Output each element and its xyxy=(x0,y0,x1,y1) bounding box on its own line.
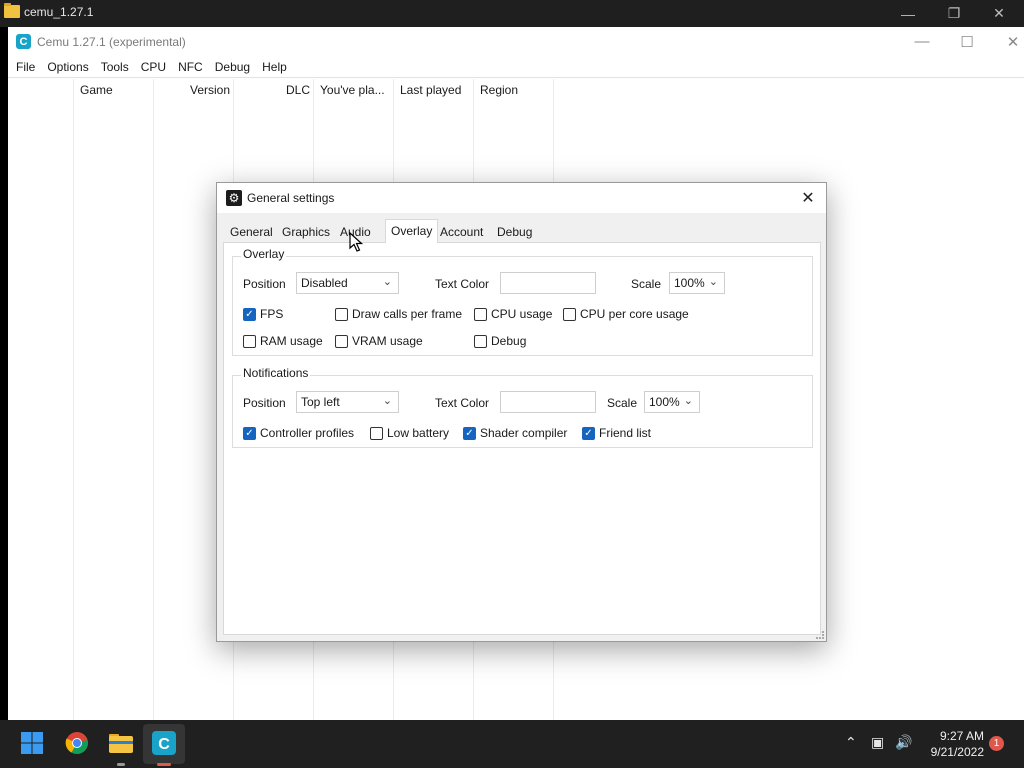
check-icon: ✓ xyxy=(243,307,256,321)
explorer-restore-button[interactable]: ❐ xyxy=(931,0,977,27)
header-last-played[interactable]: Last played xyxy=(400,83,461,97)
notification-badge[interactable]: 1 xyxy=(989,736,1004,751)
overlay-draw-calls-checkbox[interactable]: Draw calls per frame xyxy=(335,307,462,321)
overlay-ram-usage-checkbox[interactable]: RAM usage xyxy=(243,334,323,348)
menu-options[interactable]: Options xyxy=(41,60,94,74)
notifications-scale-select[interactable]: 100% ⌄ xyxy=(644,391,700,413)
resize-grip-icon[interactable] xyxy=(816,631,824,639)
folder-icon xyxy=(4,3,20,18)
menu-cpu[interactable]: CPU xyxy=(135,60,172,74)
cemu-title: Cemu 1.27.1 (experimental) xyxy=(37,35,186,49)
header-game[interactable]: Game xyxy=(80,83,113,97)
notifications-text-color-picker[interactable] xyxy=(500,391,596,413)
chevron-down-icon: ⌄ xyxy=(683,395,693,407)
tab-general[interactable]: General xyxy=(225,222,278,242)
notifications-scale-value: 100% xyxy=(649,395,680,409)
notifications-text-color-label: Text Color xyxy=(435,396,490,410)
header-dlc[interactable]: DLC xyxy=(286,83,310,97)
cemu-maximize-button[interactable]: ☐ xyxy=(944,27,990,56)
header-played[interactable]: You've pla... xyxy=(320,83,385,97)
menu-nfc[interactable]: NFC xyxy=(172,60,209,74)
overlay-fps-checkbox[interactable]: ✓ FPS xyxy=(243,307,283,321)
file-explorer-icon[interactable] xyxy=(108,730,134,756)
cemu-logo-icon: C xyxy=(16,34,31,49)
cemu-taskbar-icon[interactable]: C xyxy=(151,730,177,756)
chevron-down-icon: ⌄ xyxy=(708,276,718,288)
tab-account[interactable]: Account xyxy=(435,222,488,242)
overlay-text-color-label: Text Color xyxy=(435,277,490,291)
column-game[interactable] xyxy=(74,79,154,721)
notifications-position-value: Top left xyxy=(301,395,340,409)
taskbar: C ⌃ ▣ 🔊 9:27 AM 9/21/2022 1 xyxy=(0,720,1024,768)
notifications-group-title: Notifications xyxy=(241,366,311,380)
header-region[interactable]: Region xyxy=(480,83,518,97)
menu-bar: File Options Tools CPU NFC Debug Help xyxy=(8,56,1024,77)
overlay-position-select[interactable]: Disabled ⌄ xyxy=(296,272,399,294)
cemu-minimize-button[interactable]: — xyxy=(899,27,945,56)
clock-time: 9:27 AM xyxy=(939,729,984,743)
tab-graphics[interactable]: Graphics xyxy=(277,222,335,242)
dialog-titlebar: ⚙ General settings ✕ xyxy=(217,183,826,213)
notifications-position-label: Position xyxy=(243,396,286,410)
general-settings-dialog: ⚙ General settings ✕ General Graphics Au… xyxy=(216,182,827,642)
overlay-vram-usage-checkbox[interactable]: VRAM usage xyxy=(335,334,423,348)
notifications-shader-compiler-checkbox[interactable]: ✓ Shader compiler xyxy=(463,426,567,440)
notifications-group: Notifications Position Top left ⌄ Text C… xyxy=(232,366,813,448)
explorer-minimize-button[interactable]: — xyxy=(885,0,931,27)
overlay-cpu-per-core-checkbox[interactable]: CPU per core usage xyxy=(563,307,689,321)
overlay-scale-select[interactable]: 100% ⌄ xyxy=(669,272,725,294)
dialog-close-button[interactable]: ✕ xyxy=(797,188,819,208)
overlay-cpu-usage-checkbox[interactable]: CPU usage xyxy=(474,307,552,321)
cemu-close-button[interactable]: ✕ xyxy=(990,27,1024,56)
volume-icon[interactable]: 🔊 xyxy=(895,734,912,751)
tab-overlay[interactable]: Overlay xyxy=(385,219,439,243)
notifications-low-battery-checkbox[interactable]: Low battery xyxy=(370,426,449,440)
gear-icon: ⚙ xyxy=(226,190,242,206)
menu-help[interactable]: Help xyxy=(256,60,293,74)
windows-start-icon[interactable] xyxy=(19,730,45,756)
explorer-close-button[interactable]: ✕ xyxy=(976,0,1022,27)
column-icon xyxy=(8,79,74,721)
menu-file[interactable]: File xyxy=(10,60,41,74)
cemu-running-indicator xyxy=(157,763,171,766)
explorer-running-indicator xyxy=(117,763,125,766)
chevron-up-icon[interactable]: ⌃ xyxy=(845,734,857,751)
overlay-text-color-picker[interactable] xyxy=(500,272,596,294)
check-icon: ✓ xyxy=(582,426,595,440)
menu-debug[interactable]: Debug xyxy=(209,60,256,74)
taskbar-clock[interactable]: 9:27 AM 9/21/2022 xyxy=(920,728,984,760)
network-icon[interactable]: ▣ xyxy=(871,734,884,751)
explorer-titlebar: cemu_1.27.1 — ❐ ✕ xyxy=(0,0,1024,27)
overlay-debug-checkbox[interactable]: Debug xyxy=(474,334,526,348)
header-version[interactable]: Version xyxy=(190,83,230,97)
svg-text:C: C xyxy=(158,736,170,753)
notifications-friend-list-checkbox[interactable]: ✓ Friend list xyxy=(582,426,651,440)
chevron-down-icon: ⌄ xyxy=(382,276,392,288)
explorer-title: cemu_1.27.1 xyxy=(24,5,94,19)
overlay-scale-value: 100% xyxy=(674,276,705,290)
menu-tools[interactable]: Tools xyxy=(95,60,135,74)
mouse-cursor-icon xyxy=(349,232,363,252)
notifications-controller-profiles-checkbox[interactable]: ✓ Controller profiles xyxy=(243,426,354,440)
dialog-title: General settings xyxy=(247,191,335,205)
check-icon: ✓ xyxy=(243,426,256,440)
overlay-group-title: Overlay xyxy=(241,247,287,261)
chrome-icon[interactable] xyxy=(64,730,90,756)
notifications-position-select[interactable]: Top left ⌄ xyxy=(296,391,399,413)
overlay-group: Overlay Position Disabled ⌄ Text Color S… xyxy=(232,247,813,356)
notifications-scale-label: Scale xyxy=(607,396,638,410)
overlay-position-label: Position xyxy=(243,277,286,291)
overlay-position-value: Disabled xyxy=(301,276,348,290)
overlay-tab-panel: Overlay Position Disabled ⌄ Text Color S… xyxy=(223,242,821,635)
chevron-down-icon: ⌄ xyxy=(382,395,392,407)
check-icon: ✓ xyxy=(463,426,476,440)
tab-debug[interactable]: Debug xyxy=(492,222,537,242)
clock-date: 9/21/2022 xyxy=(930,745,984,759)
cemu-titlebar: C Cemu 1.27.1 (experimental) — ☐ ✕ xyxy=(8,27,1024,56)
overlay-scale-label: Scale xyxy=(631,277,662,291)
